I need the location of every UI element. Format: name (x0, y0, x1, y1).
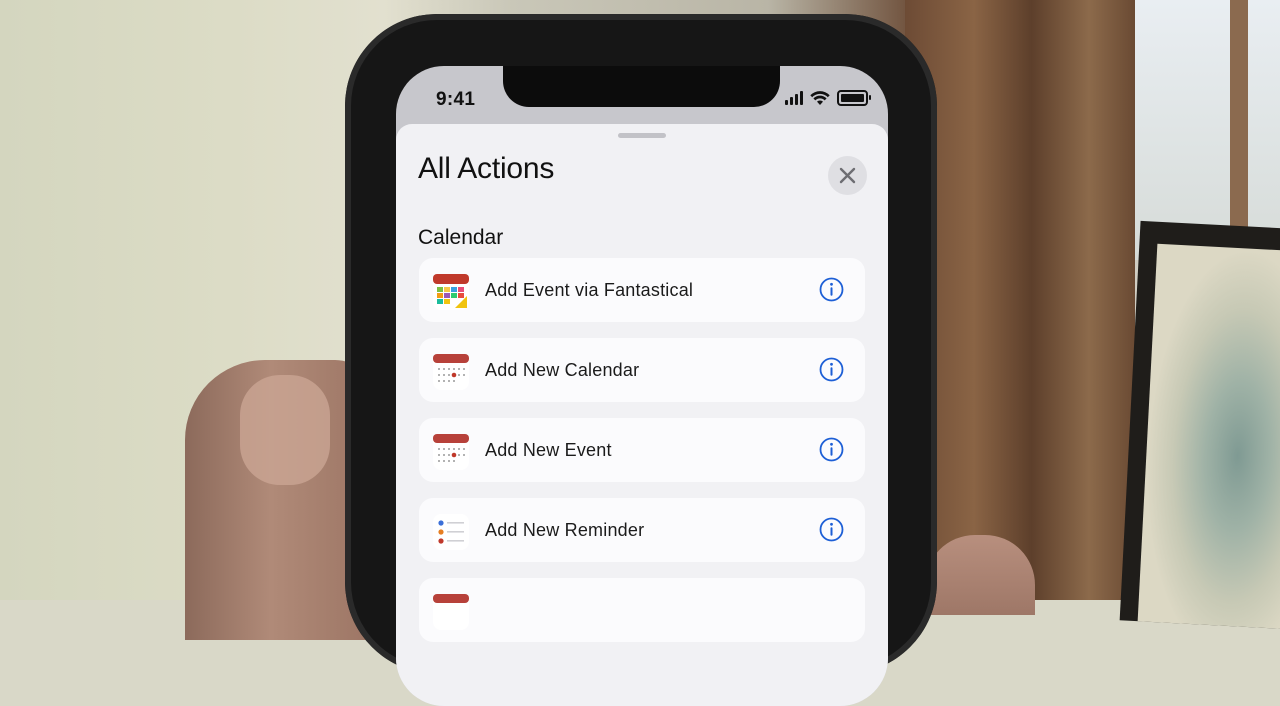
sheet-grabber[interactable] (618, 133, 666, 138)
section-header-calendar: Calendar (418, 226, 504, 249)
background-window (1110, 0, 1280, 260)
info-icon[interactable] (819, 357, 844, 382)
info-icon[interactable] (819, 437, 844, 462)
status-time: 9:41 (436, 89, 476, 110)
close-icon (839, 167, 856, 184)
notch (503, 66, 780, 107)
calendar-app-icon (433, 434, 469, 470)
calendar-app-icon (433, 354, 469, 390)
background-curtain (905, 0, 1135, 600)
calendar-app-icon (433, 594, 469, 630)
wifi-icon (810, 90, 830, 105)
reminders-app-icon (433, 514, 469, 550)
thumb-nail (240, 375, 330, 485)
action-row-add-new-calendar[interactable]: Add New Calendar (419, 338, 865, 402)
cellular-signal-icon (785, 91, 803, 105)
action-label: Add New Event (485, 439, 612, 460)
info-icon[interactable] (819, 517, 844, 542)
action-label: Add Event via Fantastical (485, 279, 694, 300)
close-button[interactable] (828, 156, 867, 195)
battery-icon (837, 90, 871, 106)
action-label: Add New Calendar (485, 359, 640, 380)
fantastical-icon (433, 274, 469, 310)
action-row-add-new-reminder[interactable]: Add New Reminder (419, 498, 865, 562)
sheet-title: All Actions (418, 152, 555, 185)
action-row-partial[interactable] (419, 578, 865, 642)
actions-list: Add Event via Fantastical Add New Calend… (419, 258, 865, 658)
status-icons (785, 90, 871, 106)
action-label: Add New Reminder (485, 519, 645, 540)
action-row-add-new-event[interactable]: Add New Event (419, 418, 865, 482)
action-row-add-event-fantastical[interactable]: Add Event via Fantastical (419, 258, 865, 322)
background-picture-frame (1119, 220, 1280, 630)
iphone-device: 9:41 All Actions Calendar Add Event via … (345, 14, 937, 706)
info-icon[interactable] (819, 277, 844, 302)
holding-finger (925, 535, 1035, 615)
all-actions-sheet: All Actions Calendar Add Event via Fanta… (396, 124, 888, 706)
phone-screen: 9:41 All Actions Calendar Add Event via … (396, 66, 888, 706)
